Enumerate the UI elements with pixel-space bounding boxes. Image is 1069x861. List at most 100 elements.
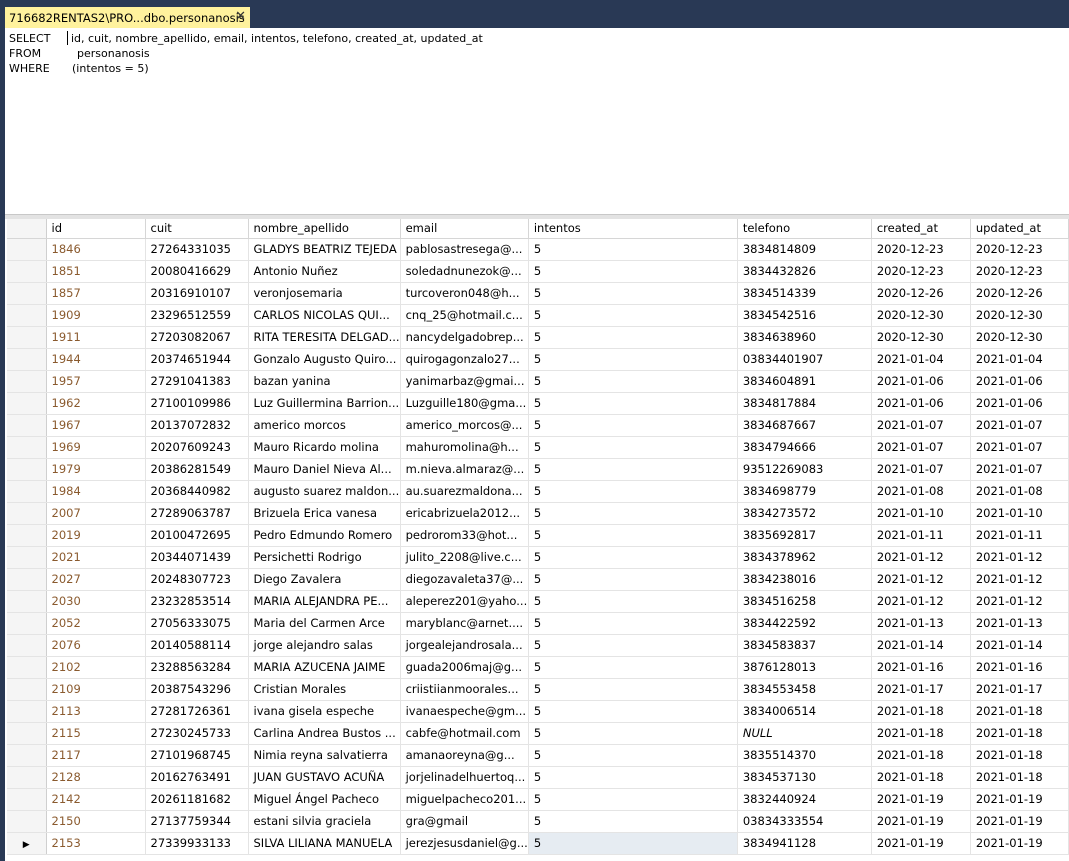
cell-created-at[interactable]: 2021-01-08 (871, 480, 971, 503)
cell-cuit[interactable]: 20261181682 (145, 788, 249, 811)
cell-email[interactable]: maryblanc@arnet.... (400, 612, 529, 635)
cell-created-at[interactable]: 2021-01-18 (871, 766, 971, 789)
cell-intentos[interactable]: 5 (528, 678, 738, 701)
cell-cuit[interactable]: 20137072832 (145, 414, 249, 437)
cell-intentos[interactable]: 5 (528, 832, 738, 855)
cell-id[interactable]: 2076 (46, 634, 146, 657)
cell-created-at[interactable]: 2020-12-23 (871, 260, 971, 283)
cell-nombre-apellido[interactable]: SILVA LILIANA MANUELA (248, 832, 401, 855)
row-selector[interactable] (7, 700, 47, 723)
cell-nombre-apellido[interactable]: CARLOS NICOLAS QUI... (248, 304, 401, 327)
table-row[interactable]: 2150 27137759344 estani silvia graciela gra… (7, 810, 1069, 833)
cell-telefono[interactable]: 03834333554 (737, 810, 872, 833)
cell-cuit[interactable]: 20316910107 (145, 282, 249, 305)
row-selector[interactable] (7, 678, 47, 701)
cell-telefono[interactable]: 3834604891 (737, 370, 872, 393)
table-row[interactable]: 1851 20080416629 Antonio Nuñez soledadnunez… (7, 260, 1069, 283)
cell-updated-at[interactable]: 2021-01-08 (970, 480, 1069, 503)
cell-nombre-apellido[interactable]: veronjosemaria (248, 282, 401, 305)
cell-telefono[interactable]: 3835514370 (737, 744, 872, 767)
cell-intentos[interactable]: 5 (528, 612, 738, 635)
cell-nombre-apellido[interactable]: Antonio Nuñez (248, 260, 401, 283)
cell-id[interactable]: 2128 (46, 766, 146, 789)
table-row[interactable]: 2030 23232853514 MARIA ALEJANDRA PE... alep… (7, 590, 1069, 613)
cell-id[interactable]: 2021 (46, 546, 146, 569)
column-header[interactable]: created_at (871, 219, 971, 239)
cell-email[interactable]: amanaoreyna@g... (400, 744, 529, 767)
cell-updated-at[interactable]: 2021-01-07 (970, 414, 1069, 437)
cell-nombre-apellido[interactable]: Persichetti Rodrigo (248, 546, 401, 569)
cell-telefono[interactable]: 3834422592 (737, 612, 872, 635)
row-selector[interactable] (7, 722, 47, 745)
cell-intentos[interactable]: 5 (528, 590, 738, 613)
cell-id[interactable]: 1911 (46, 326, 146, 349)
row-selector[interactable] (7, 546, 47, 569)
cell-email[interactable]: ivanaespeche@gm... (400, 700, 529, 723)
cell-cuit[interactable]: 27100109986 (145, 392, 249, 415)
row-selector[interactable] (7, 304, 47, 327)
cell-id[interactable]: 1967 (46, 414, 146, 437)
cell-created-at[interactable]: 2020-12-23 (871, 238, 971, 261)
cell-email[interactable]: guada2006maj@g... (400, 656, 529, 679)
cell-cuit[interactable]: 27289063787 (145, 502, 249, 525)
cell-id[interactable]: 2117 (46, 744, 146, 767)
cell-updated-at[interactable]: 2021-01-12 (970, 568, 1069, 591)
cell-telefono[interactable]: 3832440924 (737, 788, 872, 811)
cell-intentos[interactable]: 5 (528, 502, 738, 525)
cell-cuit[interactable]: 20344071439 (145, 546, 249, 569)
cell-email[interactable]: aleperez201@yaho... (400, 590, 529, 613)
cell-id[interactable]: 2109 (46, 678, 146, 701)
table-row[interactable]: ▶ 2153 27339933133 SILVA LILIANA MANUELA jer… (7, 832, 1069, 855)
cell-email[interactable]: jorjelinadelhuertoq... (400, 766, 529, 789)
cell-cuit[interactable]: 23288563284 (145, 656, 249, 679)
cell-intentos[interactable]: 5 (528, 326, 738, 349)
cell-nombre-apellido[interactable]: MARIA AZUCENA JAIME (248, 656, 401, 679)
cell-intentos[interactable]: 5 (528, 634, 738, 657)
cell-created-at[interactable]: 2021-01-19 (871, 788, 971, 811)
cell-created-at[interactable]: 2021-01-13 (871, 612, 971, 635)
cell-nombre-apellido[interactable]: Miguel Ángel Pacheco (248, 788, 401, 811)
cell-cuit[interactable]: 23296512559 (145, 304, 249, 327)
cell-created-at[interactable]: 2021-01-19 (871, 832, 971, 855)
cell-telefono[interactable]: 93512269083 (737, 458, 872, 481)
cell-updated-at[interactable]: 2021-01-18 (970, 722, 1069, 745)
cell-email[interactable]: turcoveron048@h... (400, 282, 529, 305)
cell-nombre-apellido[interactable]: Cristian Morales (248, 678, 401, 701)
table-row[interactable]: 2021 20344071439 Persichetti Rodrigo julito… (7, 546, 1069, 569)
cell-created-at[interactable]: 2021-01-16 (871, 656, 971, 679)
cell-telefono[interactable]: 03834401907 (737, 348, 872, 371)
cell-updated-at[interactable]: 2021-01-18 (970, 700, 1069, 723)
cell-created-at[interactable]: 2021-01-10 (871, 502, 971, 525)
cell-cuit[interactable]: 27281726361 (145, 700, 249, 723)
cell-intentos[interactable]: 5 (528, 656, 738, 679)
column-header[interactable]: email (400, 219, 529, 239)
table-row[interactable]: 2142 20261181682 Miguel Ángel Pacheco migue… (7, 788, 1069, 811)
cell-telefono[interactable]: 3834537130 (737, 766, 872, 789)
cell-email[interactable]: soledadnunezok@... (400, 260, 529, 283)
row-selector[interactable] (7, 326, 47, 349)
cell-id[interactable]: 2150 (46, 810, 146, 833)
row-selector[interactable] (7, 524, 47, 547)
cell-created-at[interactable]: 2021-01-18 (871, 722, 971, 745)
cell-telefono[interactable]: 3834941128 (737, 832, 872, 855)
cell-nombre-apellido[interactable]: jorge alejandro salas (248, 634, 401, 657)
cell-nombre-apellido[interactable]: estani silvia graciela (248, 810, 401, 833)
cell-updated-at[interactable]: 2021-01-18 (970, 766, 1069, 789)
row-selector[interactable] (7, 436, 47, 459)
cell-cuit[interactable]: 27264331035 (145, 238, 249, 261)
row-selector[interactable] (7, 370, 47, 393)
table-row[interactable]: 1979 20386281549 Mauro Daniel Nieva Al... m… (7, 458, 1069, 481)
cell-intentos[interactable]: 5 (528, 238, 738, 261)
cell-intentos[interactable]: 5 (528, 524, 738, 547)
cell-nombre-apellido[interactable]: Brizuela Erica vanesa (248, 502, 401, 525)
cell-email[interactable]: pedrorom33@hot... (400, 524, 529, 547)
cell-nombre-apellido[interactable]: Diego Zavalera (248, 568, 401, 591)
cell-updated-at[interactable]: 2021-01-13 (970, 612, 1069, 635)
cell-updated-at[interactable]: 2021-01-04 (970, 348, 1069, 371)
cell-intentos[interactable]: 5 (528, 722, 738, 745)
table-row[interactable]: 2027 20248307723 Diego Zavalera diegozavale… (7, 568, 1069, 591)
cell-cuit[interactable]: 20207609243 (145, 436, 249, 459)
cell-nombre-apellido[interactable]: JUAN GUSTAVO ACUÑA (248, 766, 401, 789)
cell-telefono[interactable]: NULL (737, 722, 872, 745)
cell-telefono[interactable]: 3834432826 (737, 260, 872, 283)
